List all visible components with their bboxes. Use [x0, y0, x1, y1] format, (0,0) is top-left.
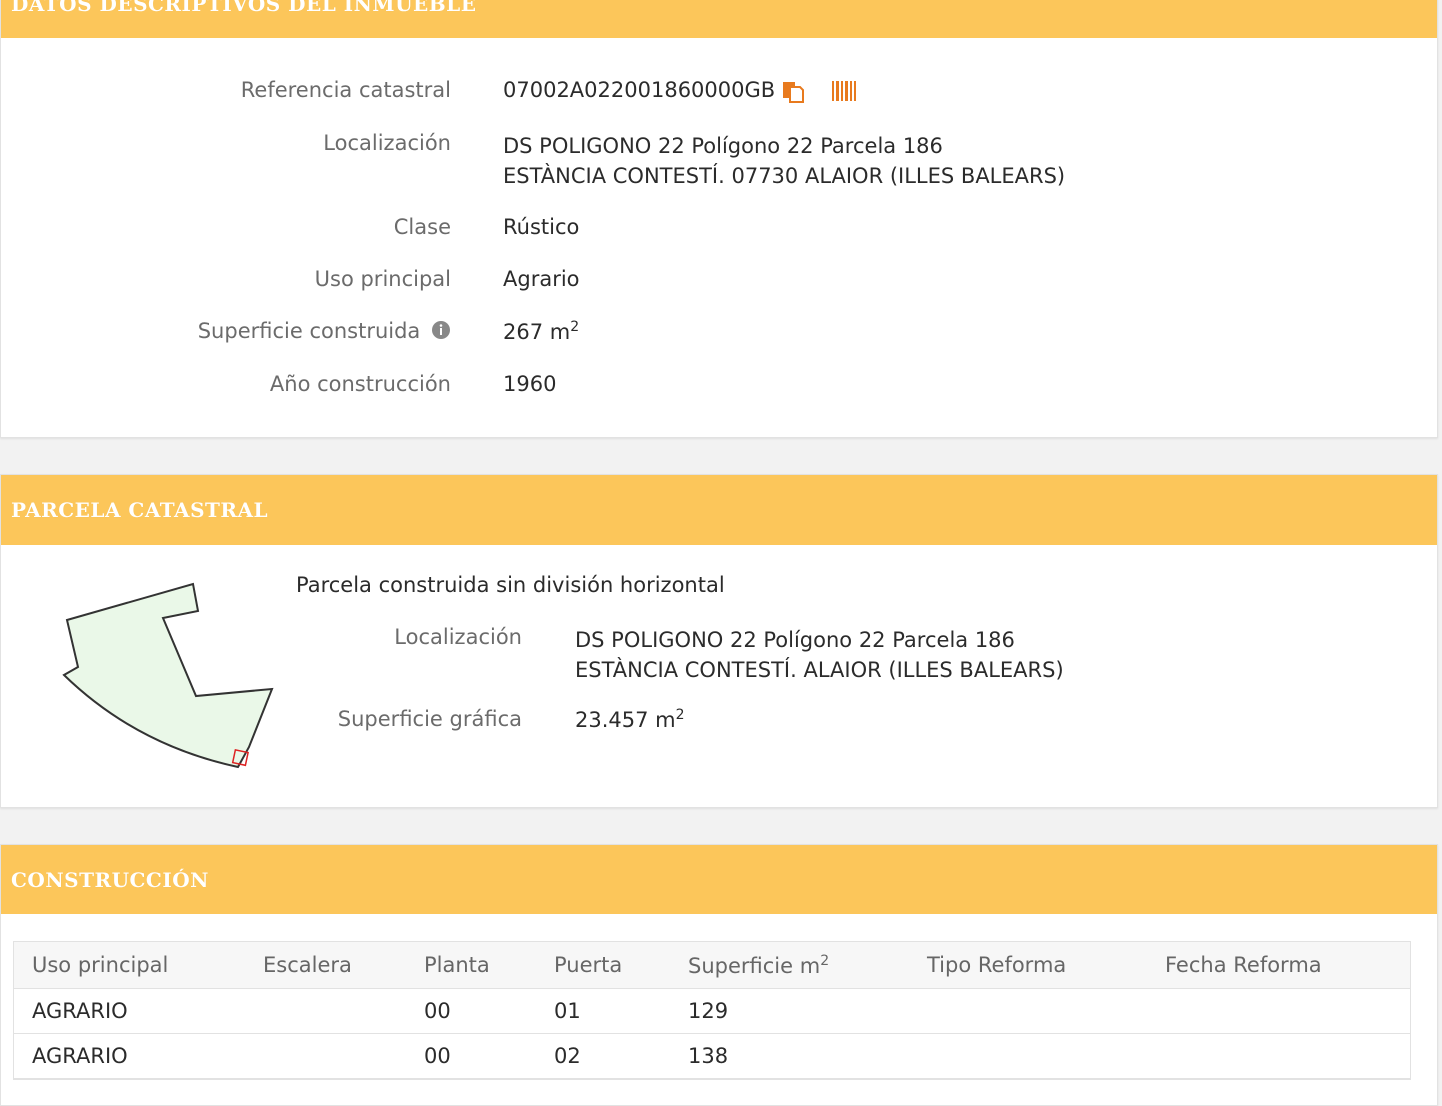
uso-principal-row: Uso principal Agrario	[1, 267, 1437, 297]
info-icon[interactable]	[431, 320, 451, 345]
cell-escalera	[245, 988, 406, 1034]
uso-principal-label: Uso principal	[314, 267, 451, 291]
parcela-catastral-header: PARCELA CATASTRAL	[1, 475, 1437, 545]
table-row: AGRARIO 00 01 129	[14, 988, 1410, 1034]
col-superficie: Superficie m2	[670, 942, 909, 989]
ano-construccion-label: Año construcción	[269, 372, 451, 396]
referencia-label: Referencia catastral	[240, 78, 451, 102]
localizacion-line2: ESTÀNCIA CONTESTÍ. 07730 ALAIOR (ILLES B…	[503, 164, 1066, 188]
parcela-title: Parcela construida sin división horizont…	[296, 573, 725, 597]
parcela-localizacion-label: Localización	[394, 625, 522, 649]
cell-tipo-reforma	[909, 988, 1147, 1034]
cell-uso: AGRARIO	[14, 1033, 245, 1079]
superficie-construida-sup: 2	[570, 319, 580, 335]
parcela-localizacion-line2: ESTÀNCIA CONTESTÍ. ALAIOR (ILLES BALEARS…	[575, 658, 1064, 682]
cell-superficie: 129	[670, 988, 909, 1034]
col-planta: Planta	[406, 942, 536, 989]
construccion-panel: CONSTRUCCIÓN Uso principal Escalera Plan…	[0, 844, 1438, 1106]
col-puerta: Puerta	[536, 942, 670, 989]
cell-fecha-reforma	[1147, 988, 1410, 1034]
ano-construccion-row: Año construcción 1960	[1, 372, 1437, 402]
cell-planta: 00	[406, 988, 536, 1034]
cell-puerta: 01	[536, 988, 670, 1034]
cell-fecha-reforma	[1147, 1033, 1410, 1079]
col-tipo-reforma: Tipo Reforma	[909, 942, 1147, 989]
clase-label: Clase	[393, 215, 451, 239]
col-superficie-label: Superficie m	[688, 953, 821, 978]
col-escalera: Escalera	[245, 942, 406, 989]
superficie-construida-number: 267 m	[503, 320, 571, 344]
cell-tipo-reforma	[909, 1033, 1147, 1079]
clase-row: Clase Rústico	[1, 215, 1437, 245]
table-row: AGRARIO 00 02 138	[14, 1033, 1410, 1079]
cell-escalera	[245, 1033, 406, 1079]
cell-planta: 00	[406, 1033, 536, 1079]
superficie-grafica-row: Superficie gráfica 23.457 m2	[1, 707, 1437, 737]
datos-descriptivos-header: DATOS DESCRIPTIVOS DEL INMUEBLE	[1, 0, 1437, 38]
superficie-construida-row: Superficie construida 267 m2	[1, 319, 1437, 349]
superficie-grafica-number: 23.457 m	[575, 708, 676, 732]
parcela-localizacion-row: Localización DS POLIGONO 22 Polígono 22 …	[1, 625, 1437, 685]
construccion-header-row: Uso principal Escalera Planta Puerta Sup…	[14, 942, 1410, 989]
parcela-localizacion-value: DS POLIGONO 22 Polígono 22 Parcela 186 E…	[575, 625, 1064, 685]
referencia-row: Referencia catastral 07002A022001860000G…	[1, 78, 1437, 108]
construccion-table-wrap: Uso principal Escalera Planta Puerta Sup…	[13, 941, 1411, 1080]
datos-descriptivos-panel: DATOS DESCRIPTIVOS DEL INMUEBLE Referenc…	[0, 0, 1438, 438]
clase-value: Rústico	[503, 215, 580, 239]
superficie-grafica-label: Superficie gráfica	[337, 707, 522, 731]
superficie-construida-label-wrap: Superficie construida	[198, 319, 451, 345]
parcela-catastral-panel: PARCELA CATASTRAL Parcela construida sin…	[0, 474, 1438, 808]
copy-icon[interactable]	[781, 80, 805, 109]
superficie-construida-label: Superficie construida	[197, 319, 421, 343]
parcela-localizacion-line1: DS POLIGONO 22 Polígono 22 Parcela 186	[575, 628, 1015, 652]
superficie-construida-value: 267 m2	[503, 319, 579, 344]
superficie-grafica-sup: 2	[675, 707, 685, 723]
localizacion-label: Localización	[323, 131, 451, 155]
cell-superficie: 138	[670, 1033, 909, 1079]
construccion-header: CONSTRUCCIÓN	[1, 845, 1437, 914]
uso-principal-value: Agrario	[503, 267, 580, 291]
cell-puerta: 02	[536, 1033, 670, 1079]
col-uso-principal: Uso principal	[14, 942, 245, 989]
col-fecha-reforma: Fecha Reforma	[1147, 942, 1410, 989]
col-superficie-sup: 2	[820, 952, 830, 969]
localizacion-row: Localización DS POLIGONO 22 Polígono 22 …	[1, 131, 1437, 191]
localizacion-line1: DS POLIGONO 22 Polígono 22 Parcela 186	[503, 134, 943, 158]
referencia-value: 07002A022001860000GB	[503, 78, 776, 102]
cell-uso: AGRARIO	[14, 988, 245, 1034]
superficie-grafica-value: 23.457 m2	[575, 707, 685, 732]
construccion-table: Uso principal Escalera Planta Puerta Sup…	[14, 942, 1410, 1079]
barcode-icon[interactable]	[831, 80, 857, 107]
localizacion-value: DS POLIGONO 22 Polígono 22 Parcela 186 E…	[503, 131, 1065, 191]
ano-construccion-value: 1960	[503, 372, 557, 396]
